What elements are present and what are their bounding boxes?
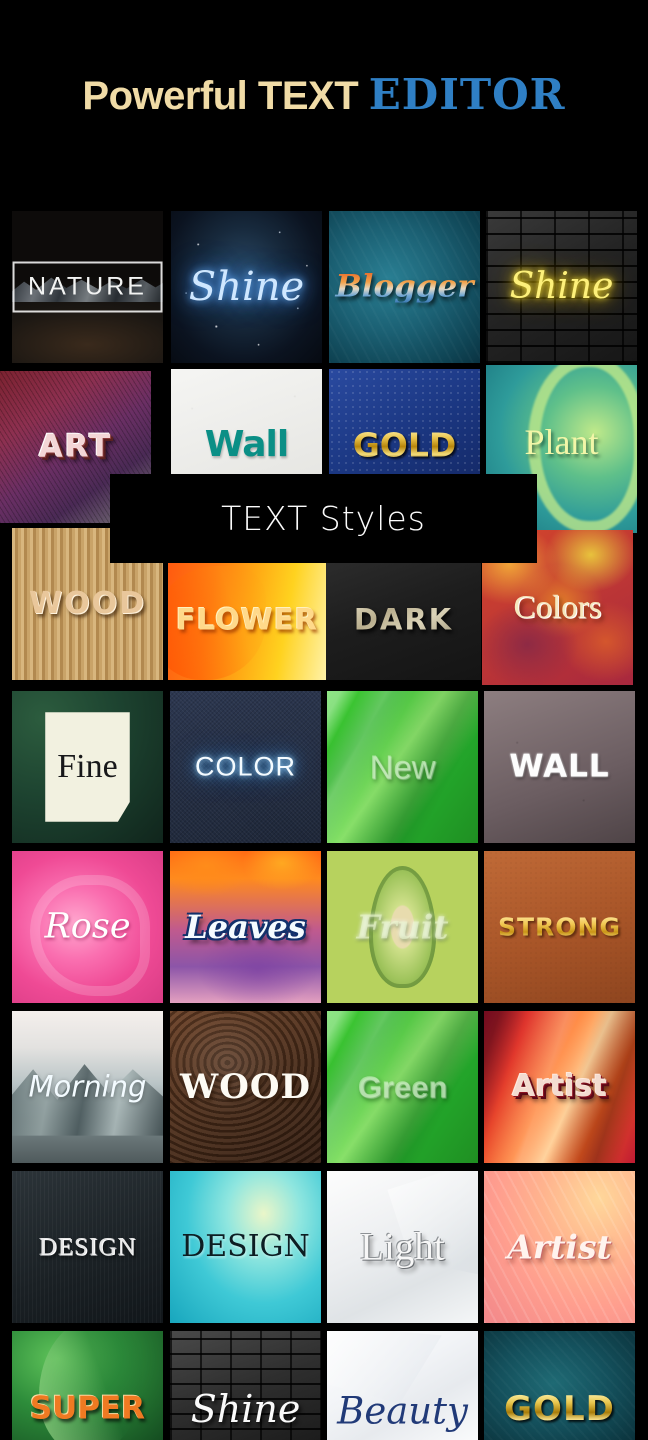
page-title-part2: EDITOR xyxy=(368,70,566,119)
style-tile[interactable]: FLOWER xyxy=(168,560,326,680)
text-styles-grid: NATURE Shine Blogger Shine ART Wall GOLD xyxy=(0,205,648,1440)
text-styles-banner-label: TEXT Styles xyxy=(221,499,426,538)
style-tile-label: Wall xyxy=(204,424,289,465)
style-tile-label: Artist xyxy=(507,1227,612,1267)
style-tile-label: Green xyxy=(357,1069,448,1105)
style-tile[interactable]: Artist xyxy=(484,1171,635,1323)
style-tile[interactable]: Rose xyxy=(12,851,163,1003)
style-tile[interactable]: STRONG xyxy=(484,851,635,1003)
style-tile-label: Light xyxy=(360,1225,445,1269)
style-tile-label: ART xyxy=(38,428,113,465)
style-tile[interactable]: Leaves xyxy=(170,851,321,1003)
style-tile-label: New xyxy=(369,748,436,786)
style-tile-label: Artist xyxy=(512,1069,607,1104)
style-tile[interactable]: DESIGN xyxy=(12,1171,163,1323)
style-tile[interactable]: DARK xyxy=(326,560,481,680)
style-tile[interactable]: NATURE xyxy=(12,211,163,363)
style-tile[interactable]: Shine xyxy=(171,211,322,363)
app-root: Powerful TEXT EDITOR NATURE Shine Blogge… xyxy=(0,0,648,1440)
style-tile-label: DESIGN xyxy=(181,1229,310,1264)
style-tile[interactable]: New xyxy=(327,691,478,843)
style-tile-label: Plant xyxy=(524,422,599,463)
style-tile-label: WOOD xyxy=(180,1067,311,1107)
nature-outline-box: NATURE xyxy=(12,261,163,313)
style-tile[interactable]: Shine xyxy=(486,211,637,363)
page-title: Powerful TEXT EDITOR xyxy=(82,74,565,118)
style-tile-label: GOLD xyxy=(484,1392,635,1426)
style-tile-label: Shine xyxy=(190,1386,301,1431)
style-tile[interactable]: Blogger xyxy=(329,211,480,363)
style-tile[interactable]: Light xyxy=(327,1171,478,1323)
text-styles-banner: TEXT Styles xyxy=(110,474,537,563)
style-tile-label: SUPER xyxy=(29,1390,146,1427)
style-tile-label: DESIGN xyxy=(38,1233,137,1261)
style-tile[interactable]: DESIGN xyxy=(170,1171,321,1323)
style-tile-label: Fruit xyxy=(356,907,449,947)
style-tile[interactable]: Fruit xyxy=(327,851,478,1003)
style-tile[interactable]: Artist xyxy=(484,1011,635,1163)
style-tile-label: Colors xyxy=(513,589,602,625)
style-tile[interactable]: SUPER xyxy=(12,1331,163,1440)
page-title-part1: Powerful TEXT xyxy=(82,74,359,118)
style-tile[interactable]: COLOR xyxy=(170,691,321,843)
style-tile-label: WALL xyxy=(509,748,610,785)
style-tile[interactable]: WALL xyxy=(484,691,635,843)
style-tile-label: COLOR xyxy=(194,751,297,782)
style-tile-label: Leaves xyxy=(185,908,306,946)
style-tile[interactable]: Shine xyxy=(170,1331,321,1440)
style-tile-label: Beauty xyxy=(337,1389,468,1433)
style-tile-label: FLOWER xyxy=(175,602,319,637)
style-tile-label: NATURE xyxy=(28,272,147,301)
header: Powerful TEXT EDITOR xyxy=(0,0,648,190)
style-tile-label: GOLD xyxy=(329,429,480,462)
style-tile[interactable]: GOLD xyxy=(484,1331,635,1440)
style-tile[interactable]: Morning xyxy=(12,1011,163,1163)
style-tile-label: Blogger xyxy=(329,271,480,303)
style-tile-label: DARK xyxy=(326,605,481,635)
style-tile[interactable]: Fine xyxy=(12,691,163,843)
style-tile-label: STRONG xyxy=(484,915,635,940)
style-tile[interactable]: Green xyxy=(327,1011,478,1163)
style-tile-label: Shine xyxy=(188,264,305,310)
style-tile-label: Morning xyxy=(28,1069,147,1104)
style-tile-label: WOOD xyxy=(29,586,146,621)
style-tile[interactable]: WOOD xyxy=(170,1011,321,1163)
style-tile-label: Fine xyxy=(57,748,118,785)
style-tile[interactable]: Beauty xyxy=(327,1331,478,1440)
style-tile-label: Rose xyxy=(44,906,131,947)
style-tile-label: Shine xyxy=(509,266,614,307)
